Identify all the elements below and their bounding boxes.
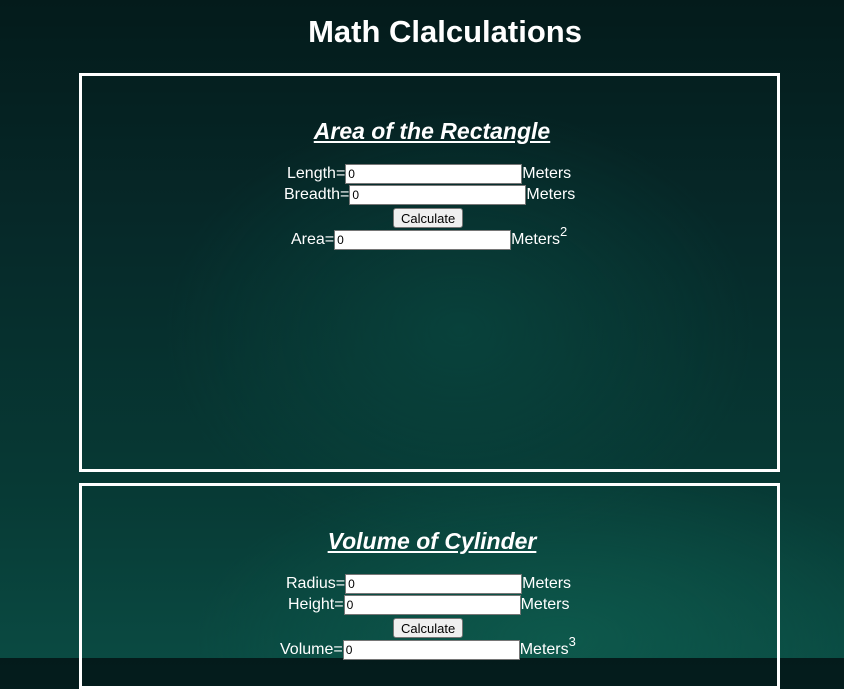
length-unit: Meters — [522, 165, 572, 182]
radius-label: Radius= — [286, 575, 346, 592]
length-row: Length= Meters — [287, 164, 571, 184]
rectangle-section-title: Area of the Rectangle — [313, 118, 551, 144]
area-unit-text: Meters — [511, 231, 561, 248]
breadth-row: Breadth= Meters — [284, 185, 575, 205]
height-unit: Meters — [520, 596, 570, 613]
cylinder-volume-panel: Volume of Cylinder Radius= Meters Height… — [79, 483, 780, 689]
volume-row: Volume= Meters3 — [280, 635, 576, 660]
height-label: Height= — [288, 596, 344, 613]
breadth-input[interactable] — [349, 185, 527, 205]
area-unit: Meters2 — [511, 225, 567, 250]
radius-row: Radius= Meters — [286, 574, 571, 594]
calculate-volume-button[interactable]: Calculate — [393, 618, 464, 638]
volume-output[interactable] — [342, 640, 520, 660]
calculate-area-button[interactable]: Calculate — [393, 208, 464, 228]
height-input[interactable] — [343, 595, 521, 615]
volume-unit-exponent: 3 — [568, 634, 576, 649]
volume-unit-text: Meters — [519, 641, 569, 658]
volume-unit: Meters3 — [519, 635, 576, 660]
page-title: Math Clalculations — [308, 14, 582, 49]
area-row: Area= Meters2 — [291, 225, 567, 250]
rectangle-area-panel: Area of the Rectangle Length= Meters Bre… — [79, 73, 780, 472]
height-row: Height= Meters — [288, 595, 570, 615]
breadth-label: Breadth= — [284, 186, 350, 203]
length-label: Length= — [287, 165, 346, 182]
breadth-unit: Meters — [526, 186, 576, 203]
radius-unit: Meters — [522, 575, 572, 592]
area-unit-exponent: 2 — [560, 224, 568, 239]
volume-label: Volume= — [280, 641, 343, 658]
cylinder-section-title: Volume of Cylinder — [327, 528, 537, 554]
length-input[interactable] — [345, 164, 523, 184]
area-output[interactable] — [334, 230, 512, 250]
radius-input[interactable] — [345, 574, 523, 594]
area-label: Area= — [291, 231, 335, 248]
